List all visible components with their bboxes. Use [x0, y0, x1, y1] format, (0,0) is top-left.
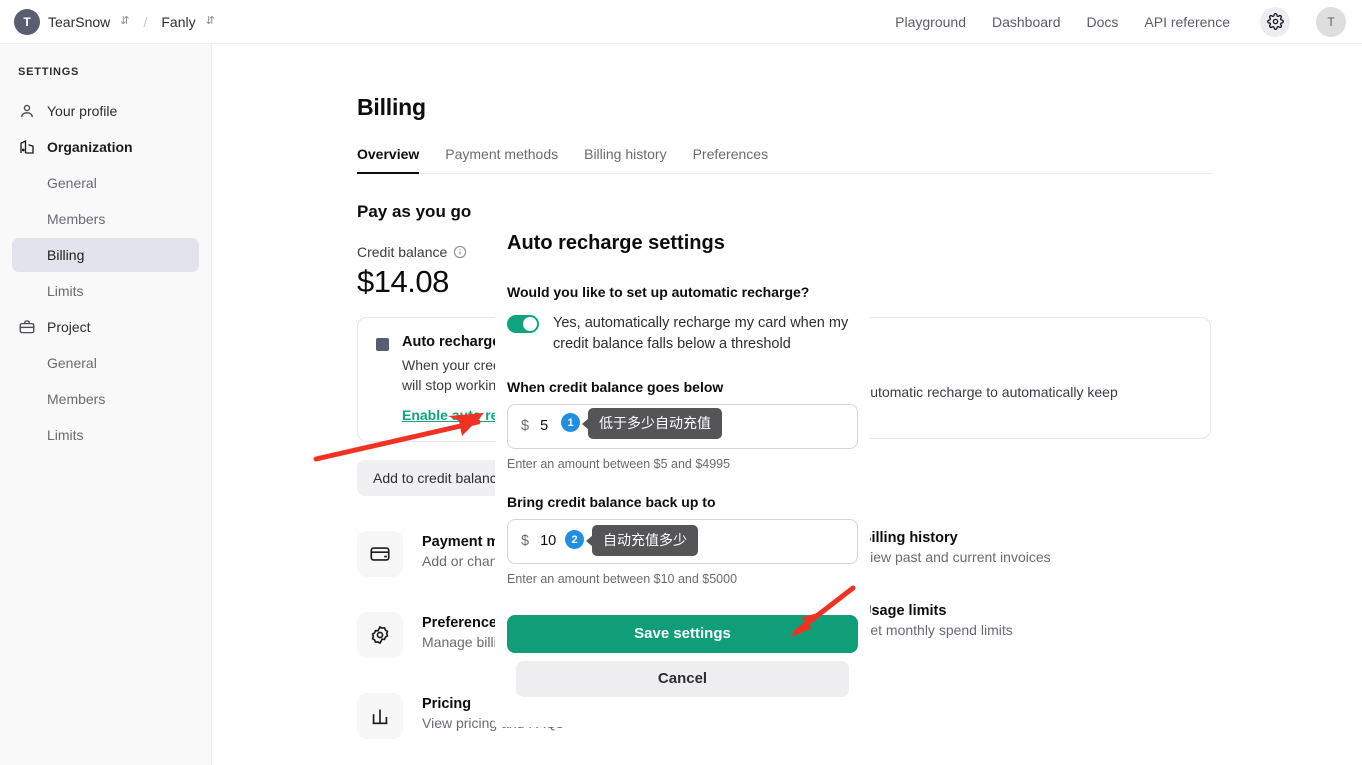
gear-icon [371, 625, 389, 644]
annotation-tooltip-1: 低于多少自动充值 [588, 408, 722, 439]
annotation-badge-2: 2 [565, 530, 584, 549]
annotation-badge-1: 1 [561, 413, 580, 432]
building-icon [20, 139, 34, 154]
tab-overview[interactable]: Overview [357, 146, 420, 174]
sidebar-item-organization[interactable]: Organization [12, 130, 199, 164]
tab-preferences[interactable]: Preferences [693, 146, 768, 173]
sidebar-item-project-general[interactable]: General [12, 346, 199, 380]
modal-question: Would you like to set up automatic recha… [507, 284, 810, 300]
modal-title: Auto recharge settings [507, 232, 725, 254]
threshold-currency-symbol: $ [521, 418, 530, 435]
page-title: Billing [357, 94, 426, 120]
topup-field-label: Bring credit balance back up to [507, 493, 716, 510]
briefcase-icon [19, 320, 35, 334]
sidebar-label: General [47, 175, 97, 191]
automatic-recharge-info-text: Enable automatic recharge to automatical… [815, 384, 1118, 400]
person-icon [21, 104, 33, 118]
org-breadcrumb: T TearSnow ⇵ / Fanly ⇵ [0, 8, 215, 35]
topup-currency-symbol: $ [521, 533, 530, 550]
nav-playground[interactable]: Playground [895, 14, 966, 30]
user-avatar-button[interactable]: T [1316, 6, 1346, 37]
cancel-button[interactable]: Cancel [516, 660, 849, 697]
list-item-title: Usage limits [861, 603, 947, 619]
list-item-subtitle: Set monthly spend limits [861, 622, 1013, 638]
annotation-tooltip-2: 自动充值多少 [592, 525, 698, 556]
sidebar-label: Members [47, 211, 106, 227]
top-nav: Playground Dashboard Docs API reference … [895, 6, 1362, 37]
tab-payment-methods[interactable]: Payment methods [445, 146, 558, 173]
sidebar-label: Members [47, 391, 106, 407]
sidebar-item-your-profile[interactable]: Your profile [12, 94, 199, 128]
org-name-label[interactable]: TearSnow [48, 14, 110, 30]
save-settings-button[interactable]: Save settings [507, 614, 858, 653]
bar-chart-icon [372, 709, 388, 724]
threshold-input-value: 5 [540, 418, 549, 435]
auto-recharge-toggle[interactable] [507, 315, 539, 333]
sidebar-item-project[interactable]: Project [12, 310, 199, 344]
sidebar-label: Project [47, 319, 91, 335]
chevron-updown-icon-2[interactable]: ⇵ [206, 16, 215, 27]
chevron-updown-icon[interactable]: ⇵ [120, 16, 129, 27]
sidebar-item-org-billing[interactable]: Billing [12, 238, 199, 272]
sidebar-label: Your profile [47, 103, 118, 119]
sidebar-label: Organization [47, 139, 133, 155]
gear-icon [1266, 13, 1284, 30]
nav-docs[interactable]: Docs [1086, 14, 1118, 30]
credit-card-icon-wrap [357, 530, 403, 577]
credit-card-icon [370, 546, 390, 561]
sidebar-item-org-general[interactable]: General [12, 166, 199, 200]
auto-recharge-toggle-row[interactable]: Yes, automatically recharge my card when… [507, 313, 858, 356]
gear-icon-wrap [357, 611, 403, 658]
auto-recharge-toggle-label: Yes, automatically recharge my card when… [553, 315, 849, 353]
auto-recharge-settings-modal: Auto recharge settings Would you like to… [495, 212, 870, 727]
topup-input-value: 10 [540, 533, 557, 550]
sidebar-heading: SETTINGS [18, 66, 80, 78]
billing-tabs: Overview Payment methods Billing history… [357, 146, 1212, 174]
sidebar: SETTINGS Your profile Organization Gener… [0, 44, 212, 765]
sidebar-label: Limits [47, 427, 84, 443]
nav-dashboard[interactable]: Dashboard [992, 14, 1061, 30]
status-square-icon [376, 338, 389, 351]
top-bar: T TearSnow ⇵ / Fanly ⇵ Playground Dashbo… [0, 0, 1362, 44]
sidebar-item-org-members[interactable]: Members [12, 202, 199, 236]
list-item-title: Billing history [861, 530, 958, 546]
bar-chart-icon-wrap [357, 692, 403, 739]
breadcrumb-separator: / [143, 13, 148, 30]
info-icon[interactable] [453, 245, 467, 259]
list-item-subtitle: View past and current invoices [861, 549, 1051, 565]
threshold-helper-text: Enter an amount between $5 and $4995 [507, 456, 731, 471]
org-avatar: T [14, 8, 40, 35]
sidebar-label: Limits [47, 283, 84, 299]
nav-api-reference[interactable]: API reference [1144, 14, 1230, 30]
sidebar-label: Billing [47, 247, 85, 263]
credit-balance-label: Credit balance [357, 244, 448, 260]
settings-gear-button[interactable] [1260, 6, 1290, 37]
tab-billing-history[interactable]: Billing history [584, 146, 666, 173]
threshold-field-label: When credit balance goes below [507, 378, 724, 395]
sidebar-label: General [47, 355, 97, 371]
project-name-label[interactable]: Fanly [161, 14, 195, 30]
sidebar-item-org-limits[interactable]: Limits [12, 274, 199, 308]
sidebar-item-project-limits[interactable]: Limits [12, 418, 199, 452]
topup-helper-text: Enter an amount between $10 and $5000 [507, 571, 738, 586]
sidebar-item-project-members[interactable]: Members [12, 382, 199, 416]
